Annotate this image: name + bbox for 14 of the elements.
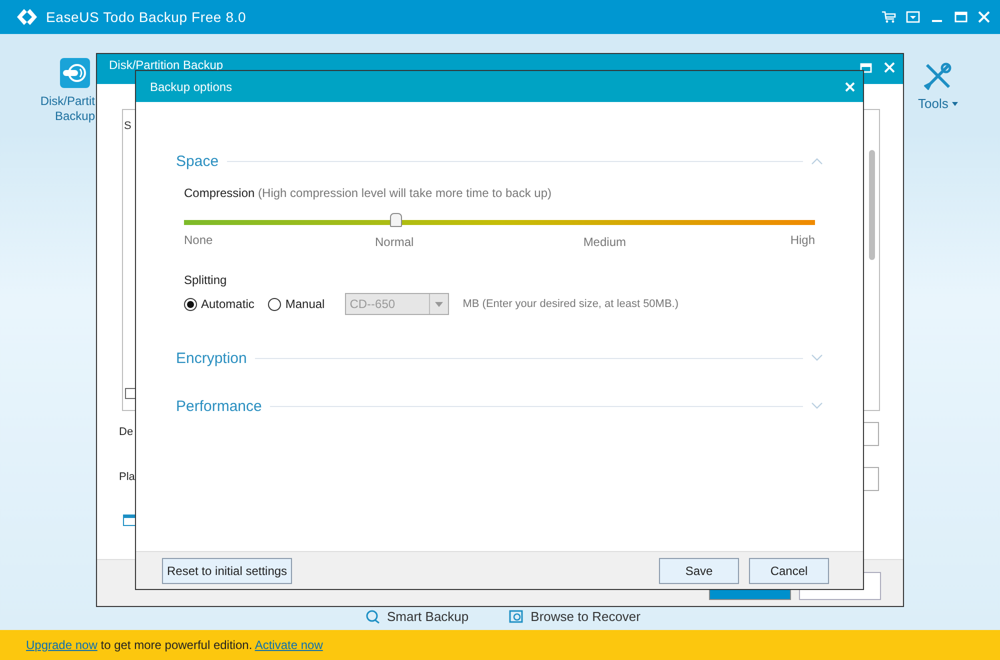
field-label: De <box>119 426 134 438</box>
list-text: S <box>124 120 132 132</box>
dialog-title: Backup options <box>150 80 234 94</box>
field-label: Pla <box>119 471 135 483</box>
slider-tick-label: None <box>184 233 213 247</box>
app-title: EaseUS Todo Backup Free 8.0 <box>46 9 248 25</box>
upgrade-message: Upgrade now to get more powerful edition. Activate now <box>26 638 323 652</box>
slider-tick-label: Medium <box>583 235 626 249</box>
slider-tick-label: High <box>790 233 815 247</box>
splitting-label: Splitting <box>184 273 228 287</box>
compression-label: Compression (High compression level will take more time to back up) <box>184 186 552 200</box>
slider-tick-label: Normal <box>375 235 414 249</box>
window-title: Disk/Partition Backup <box>109 58 224 72</box>
size-note: MB (Enter your desired size, at least 50MB.) <box>462 298 679 310</box>
